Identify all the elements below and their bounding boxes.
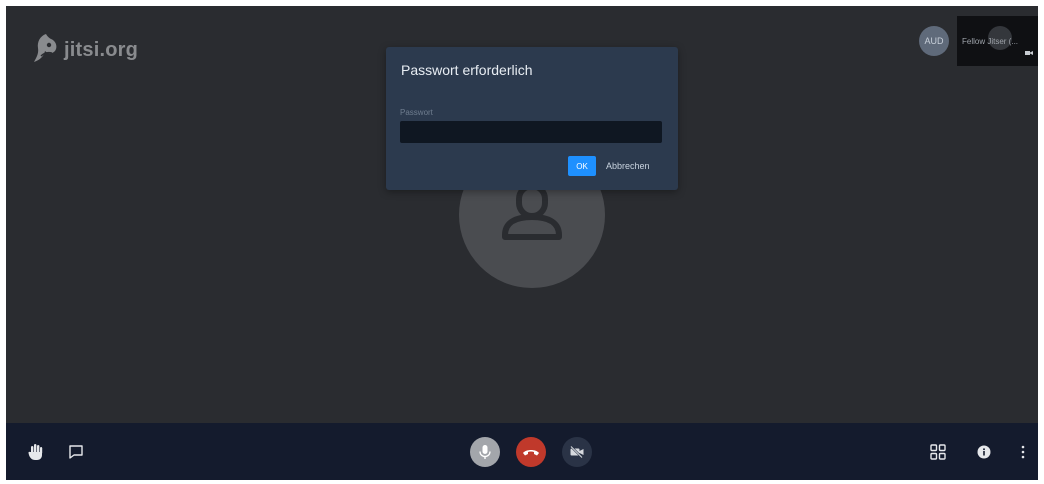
jitsi-logo[interactable]: jitsi.org bbox=[32, 32, 138, 69]
toolbar bbox=[6, 423, 1038, 480]
local-video-thumbnail[interactable]: Fellow Jitser (... bbox=[957, 16, 1038, 66]
ok-button[interactable]: OK bbox=[568, 156, 596, 176]
conference-window: jitsi.org AUD Fellow Jitser (... Passwor… bbox=[6, 6, 1038, 480]
info-icon[interactable] bbox=[974, 442, 994, 462]
chat-icon[interactable] bbox=[66, 442, 86, 462]
raise-hand-icon[interactable] bbox=[26, 442, 46, 462]
microphone-icon[interactable] bbox=[470, 437, 500, 467]
video-stage: jitsi.org AUD Fellow Jitser (... Passwor… bbox=[6, 6, 1038, 423]
camera-off-small-icon bbox=[1025, 43, 1033, 61]
password-label: Passwort bbox=[400, 108, 433, 117]
cancel-button[interactable]: Abbrechen bbox=[606, 156, 650, 176]
thumbnail-name: Fellow Jitser (... bbox=[962, 37, 1019, 46]
password-dialog: Passwort erforderlich Passwort OK Abbrec… bbox=[386, 47, 678, 190]
jitsi-logo-icon bbox=[32, 32, 60, 69]
logo-text: jitsi.org bbox=[64, 39, 139, 61]
participant-initials-avatar[interactable]: AUD bbox=[919, 26, 949, 56]
dialog-title: Passwort erforderlich bbox=[401, 62, 533, 78]
hangup-icon[interactable] bbox=[516, 437, 546, 467]
password-input[interactable] bbox=[400, 121, 662, 143]
tile-view-icon[interactable] bbox=[928, 442, 948, 462]
camera-off-icon[interactable] bbox=[562, 437, 592, 467]
more-options-icon[interactable] bbox=[1016, 442, 1030, 462]
